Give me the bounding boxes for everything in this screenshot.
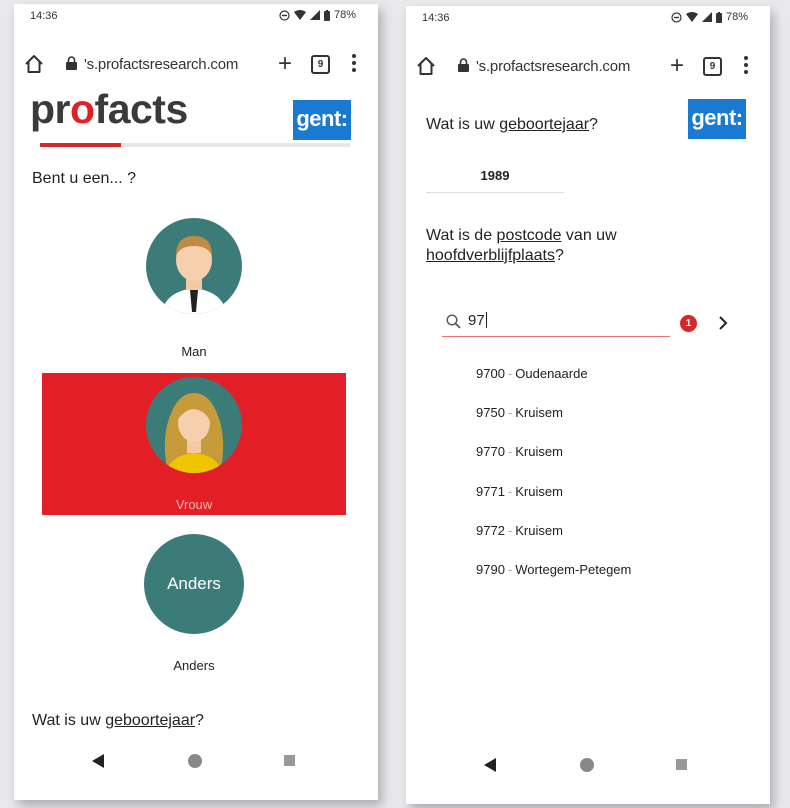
postcode-city: Kruisem [515, 444, 563, 460]
birthyear-link[interactable]: geboortejaar [105, 712, 195, 729]
progress-bar [40, 143, 350, 147]
postcode-result-item[interactable]: 9770- Kruisem [476, 444, 631, 483]
new-tab-icon[interactable]: + [670, 54, 684, 78]
wifi-icon [685, 12, 698, 22]
recent-apps-icon[interactable] [676, 759, 687, 770]
status-bar: 14:36 78% [14, 4, 378, 30]
status-icons: 78% [671, 11, 748, 23]
option-anders[interactable]: Anders Anders [42, 526, 346, 676]
question-birthyear: Wat is uw geboortejaar? [32, 712, 204, 729]
url-text[interactable]: 's.profactsresearch.com [476, 58, 630, 75]
home-icon[interactable] [24, 54, 44, 74]
option-man[interactable]: Man [42, 206, 346, 366]
residence-link[interactable]: hoofdverblijfplaats [426, 247, 555, 264]
man-avatar-icon [162, 236, 226, 314]
back-icon[interactable] [484, 758, 496, 772]
wifi-icon [293, 10, 306, 20]
more-menu-icon[interactable] [744, 56, 748, 77]
woman-avatar [146, 377, 242, 473]
postcode-separator: - [507, 405, 513, 421]
postcode-result-item[interactable]: 9700- Oudenaarde [476, 366, 631, 405]
postcode-search-input[interactable]: 97 [442, 308, 670, 337]
dnd-icon [279, 9, 290, 21]
tab-count-icon[interactable]: 9 [311, 55, 330, 74]
gent-logo: gent: [293, 100, 351, 140]
question-birthyear: Wat is uw geboortejaar? [426, 116, 598, 133]
home-circle-icon[interactable] [580, 758, 594, 772]
option-man-label: Man [181, 344, 207, 359]
postcode-result-item[interactable]: 9790- Wortegem-Petegem [476, 562, 631, 601]
android-nav-bar [406, 734, 770, 804]
phone-screen-left: 14:36 78% 's.profacts­research.com + 9 p… [14, 4, 378, 800]
postcode-separator: - [507, 366, 513, 381]
progress-fill [40, 143, 121, 147]
postcode-separator: - [507, 561, 513, 577]
postcode-result-item[interactable]: 9771- Kruisem [476, 484, 631, 523]
browser-toolbar: 's.profactsresearch.com + 9 [406, 50, 770, 82]
android-nav-bar [14, 730, 378, 800]
postcode-code: 9750 [476, 405, 505, 421]
postcode-code: 9771 [476, 483, 505, 499]
search-value: 97 [468, 312, 487, 329]
text-caret [485, 312, 487, 328]
dnd-icon [671, 11, 682, 23]
man-avatar [146, 218, 242, 314]
option-vrouw[interactable]: Vrouw [42, 373, 346, 515]
status-time: 14:36 [422, 12, 450, 24]
tab-count-icon[interactable]: 9 [703, 57, 722, 76]
signal-icon [701, 12, 712, 22]
status-time: 14:36 [30, 10, 58, 22]
phone-screen-right: 14:36 78% 's.profactsresearch.com + 9 ge… [406, 6, 770, 804]
birthyear-select[interactable]: 1989 [426, 164, 564, 193]
postcode-link[interactable]: postcode [497, 227, 562, 244]
birthyear-link[interactable]: geboortejaar [499, 116, 589, 133]
battery-icon [715, 11, 722, 23]
more-menu-icon[interactable] [352, 54, 356, 75]
home-icon[interactable] [416, 56, 436, 76]
postcode-results: 9700- Oudenaarde 9750- Kruisem 9770- Kruisem 9… [476, 366, 631, 601]
browser-toolbar: 's.profacts­research.com + 9 [14, 48, 378, 80]
postcode-separator: - [507, 522, 513, 538]
error-badge: 1 [680, 315, 697, 332]
postcode-code: 9700 [476, 366, 505, 381]
search-icon [446, 314, 461, 329]
option-vrouw-label: Vrouw [175, 497, 213, 512]
woman-avatar-icon [164, 393, 224, 473]
battery-percent: 78% [725, 11, 748, 23]
anders-avatar: Anders [144, 534, 244, 634]
postcode-code: 9772 [476, 522, 505, 538]
lock-icon [66, 56, 77, 70]
back-icon[interactable] [92, 754, 104, 768]
question-postcode: Wat is de postcode van uw hoofdverblijfpl… [426, 227, 617, 264]
battery-icon [323, 9, 330, 21]
chevron-right-icon[interactable] [718, 316, 728, 330]
profacts-logo: profacts [30, 86, 188, 132]
gent-logo: gent: [688, 99, 746, 139]
postcode-city: Kruisem [515, 483, 563, 499]
home-circle-icon[interactable] [188, 754, 202, 768]
postcode-city: Oudenaarde [515, 366, 588, 381]
postcode-code: 9770 [476, 444, 505, 460]
postcode-code: 9790 [476, 561, 505, 577]
battery-percent: 78% [333, 9, 356, 21]
new-tab-icon[interactable]: + [278, 52, 292, 76]
postcode-city: Wortegem-Petegem [515, 561, 632, 577]
status-icons: 78% [279, 9, 356, 21]
url-text[interactable]: 's.profacts­research.com [84, 56, 238, 73]
recent-apps-icon[interactable] [284, 755, 295, 766]
postcode-separator: - [507, 483, 513, 499]
postcode-result-item[interactable]: 9772- Kruisem [476, 523, 631, 562]
question-gender: Bent u een... ? [32, 170, 137, 187]
status-bar: 14:36 78% [406, 6, 770, 32]
lock-icon [458, 58, 469, 72]
signal-icon [309, 10, 320, 20]
postcode-city: Kruisem [515, 522, 563, 538]
postcode-separator: - [507, 444, 513, 460]
postcode-city: Kruisem [515, 405, 563, 421]
option-anders-label: Anders [173, 658, 215, 673]
postcode-result-item[interactable]: 9750- Kruisem [476, 405, 631, 444]
